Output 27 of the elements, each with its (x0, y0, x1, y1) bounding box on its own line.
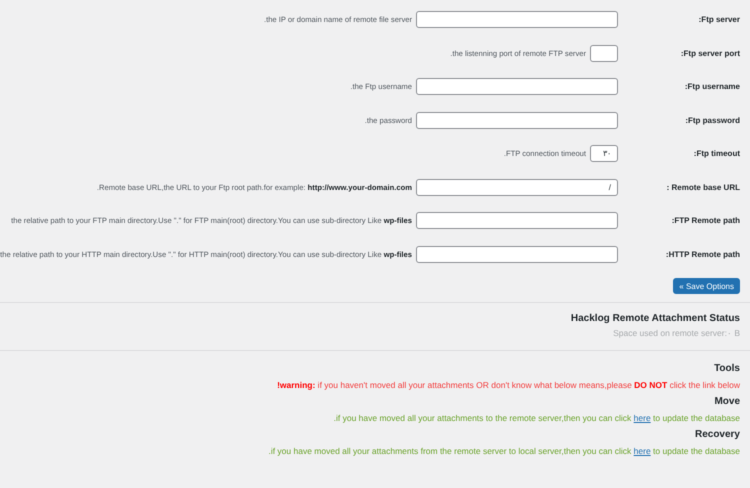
space-used-text: Space used on remote server:۰ B (612, 328, 740, 338)
save-button[interactable]: « Save Options (673, 278, 740, 294)
field-label: :FTP Remote path (670, 216, 740, 226)
warning-text: !warning: if you haven't moved all your attachments OR don't know what below means,please DO NOT click the link below (276, 380, 740, 390)
here-link[interactable]: here (634, 413, 651, 423)
instruction-text: .if you have moved all your attachments from the remote server to local server,then you can click here to update the database (267, 446, 740, 456)
field-label: :HTTP Remote path (664, 250, 740, 259)
input-field[interactable] (416, 112, 618, 129)
field-label: :Ftp server port (680, 48, 740, 58)
input-field[interactable] (416, 246, 618, 263)
field-label: : Remote base URL (666, 182, 740, 192)
field-label: :Ftp password (684, 116, 740, 125)
here-link[interactable]: here (634, 446, 651, 456)
section-title: Recovery (694, 429, 740, 440)
input-field[interactable]: / (416, 178, 618, 196)
field-label: :Ftp username (684, 82, 740, 92)
instruction-text: .if you have moved all your attachments to the remote server,then you can click here to update the database (332, 413, 740, 423)
input-field[interactable] (590, 44, 618, 62)
section-title: Hacklog Remote Attachment Status (570, 313, 740, 324)
field-label: :Ftp timeout (692, 149, 740, 158)
input-field[interactable] (416, 212, 618, 230)
section-title: Move (713, 396, 740, 407)
input-field[interactable]: ۳۰ (590, 145, 618, 162)
input-field[interactable] (416, 78, 618, 96)
section-title: Tools (713, 363, 740, 374)
field-label: :Ftp server (698, 15, 740, 24)
input-field[interactable] (416, 11, 618, 28)
